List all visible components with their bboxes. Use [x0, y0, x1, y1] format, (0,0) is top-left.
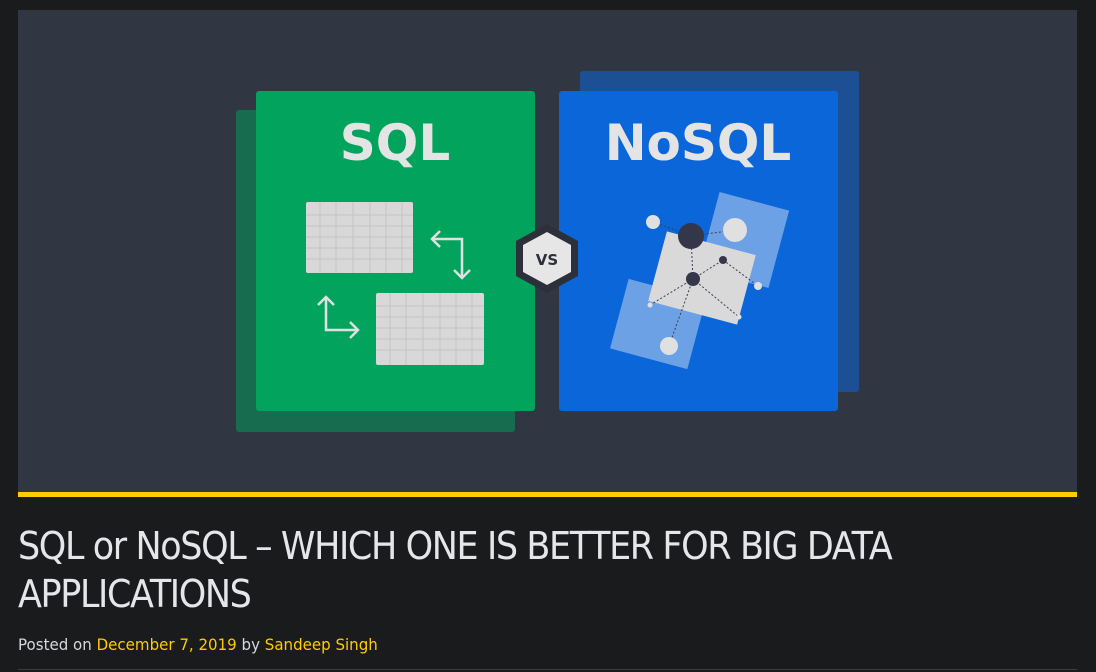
accent-bar	[18, 492, 1077, 497]
post-title: SQL or NoSQL – WHICH ONE IS BETTER FOR B…	[18, 524, 893, 616]
author-link[interactable]: Sandeep Singh	[265, 635, 378, 654]
svg-text:VS: VS	[536, 251, 558, 269]
post-meta: Posted on December 7, 2019 by Sandeep Si…	[18, 635, 378, 654]
posted-on-label: Posted on	[18, 635, 92, 654]
sql-label: SQL	[340, 114, 450, 172]
divider	[18, 669, 1077, 670]
featured-image: SQL NoSQL VS	[18, 10, 1077, 492]
by-label: by	[241, 635, 260, 654]
post-date-link[interactable]: December 7, 2019	[97, 635, 237, 654]
table-icon	[306, 202, 413, 273]
table-icon	[376, 293, 484, 365]
nosql-label: NoSQL	[605, 114, 792, 172]
